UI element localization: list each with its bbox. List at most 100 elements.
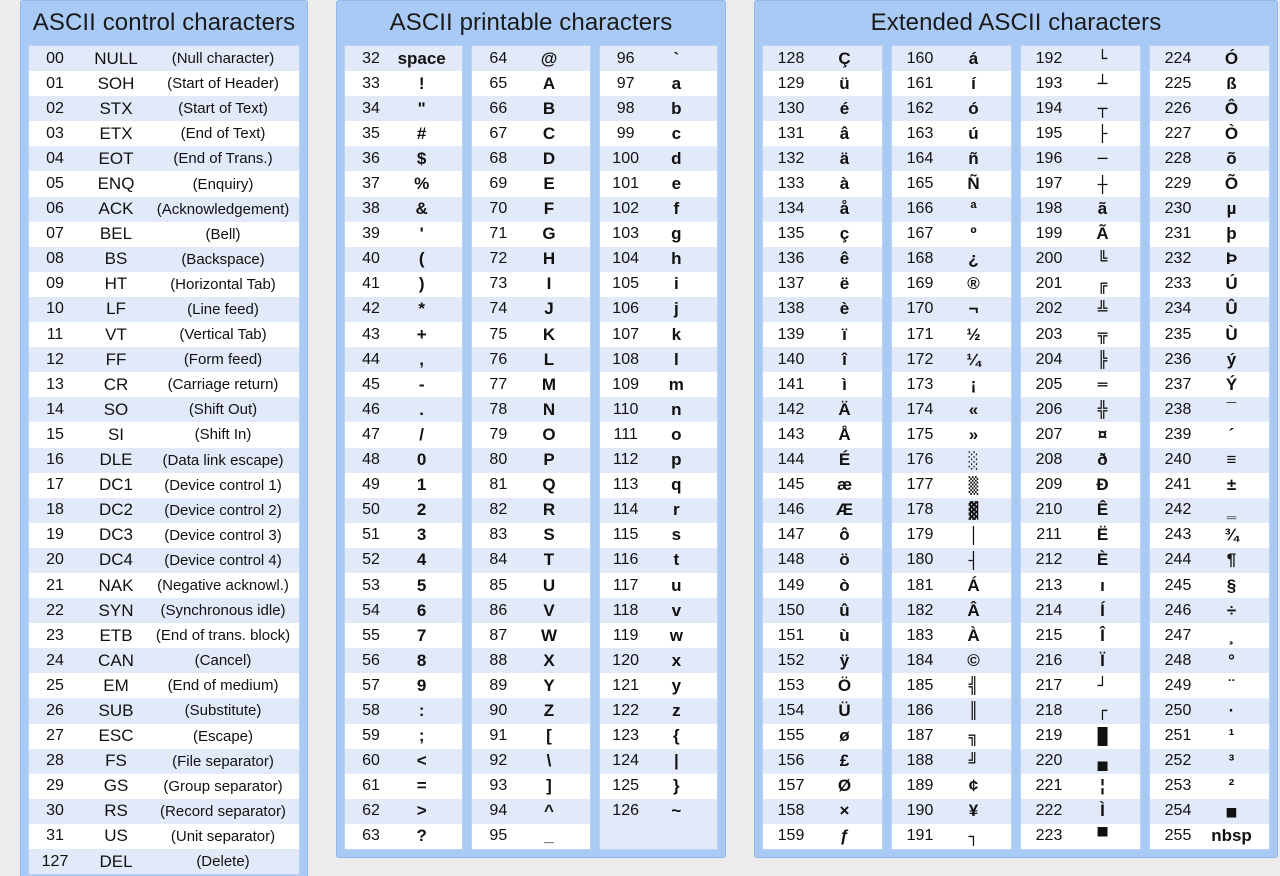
table-row: 38 &	[345, 196, 463, 222]
extended-code: 174	[906, 400, 934, 418]
control-description: (Null character)	[171, 50, 275, 68]
printable-code: 112	[612, 451, 639, 469]
table-row: 140 î	[763, 347, 882, 373]
table-row: 13 CR (Carriage return)	[29, 372, 299, 398]
extended-glyph: ¿	[968, 249, 979, 269]
printable-code: 101	[612, 175, 639, 193]
printable-glyph: [	[546, 726, 552, 746]
extended-glyph: °	[1228, 650, 1235, 670]
table-row: 191 ┐	[892, 823, 1011, 849]
extended-code: 209	[1035, 476, 1063, 494]
extended-code: 227	[1164, 124, 1192, 142]
printable-code: 104	[612, 250, 639, 268]
control-description: (Device control 1)	[164, 476, 282, 494]
table-row: 227 Ò	[1150, 121, 1269, 147]
table-row: 190 ¥	[892, 798, 1011, 824]
extended-glyph: £	[839, 751, 850, 771]
printable-glyph: V	[543, 600, 555, 620]
extended-glyph: Ï	[1100, 650, 1105, 670]
control-code: 02	[46, 99, 64, 117]
control-code: 16	[46, 451, 64, 469]
printable-code: 123	[612, 727, 639, 745]
control-abbreviation: EOT	[98, 148, 134, 168]
table-row: 29 GS (Group separator)	[29, 773, 299, 799]
extended-glyph: Ñ	[967, 174, 980, 194]
table-row: 241 ±	[1150, 472, 1269, 498]
extended-code: 251	[1164, 727, 1192, 745]
table-row: 201 ╔	[1021, 271, 1140, 297]
printable-code: 55	[362, 626, 380, 644]
extended-glyph: Â	[967, 600, 980, 620]
extended-glyph: ╚	[1097, 249, 1108, 269]
control-description: (Group separator)	[163, 777, 283, 795]
control-code: 18	[46, 501, 64, 519]
extended-glyph: ╝	[968, 751, 979, 771]
table-row: 89 Y	[472, 673, 590, 699]
control-code: 06	[46, 200, 64, 218]
printable-glyph: x	[671, 650, 682, 670]
printable-code: 115	[612, 526, 639, 544]
extended-glyph: ü	[839, 73, 850, 93]
extended-glyph: ¬	[968, 299, 979, 319]
extended-glyph: ß	[1226, 73, 1237, 93]
extended-code: 169	[906, 275, 934, 293]
printable-glyph: (	[418, 249, 425, 269]
printable-glyph: p	[671, 450, 682, 470]
printable-glyph: }	[673, 776, 680, 796]
control-description: (Device control 2)	[164, 501, 282, 519]
printable-code: 35	[362, 124, 380, 142]
table-row: 151 ù	[763, 623, 882, 649]
table-row: 93]	[472, 773, 590, 799]
printable-code: 98	[616, 99, 635, 117]
control-code: 30	[46, 802, 64, 820]
table-row: 63?	[345, 823, 463, 849]
control-abbreviation: ACK	[98, 199, 134, 219]
printable-glyph: 1	[416, 475, 427, 495]
table-row: 60 <	[345, 748, 463, 774]
extended-glyph: Ü	[838, 700, 851, 720]
control-description: (Record separator)	[160, 802, 286, 820]
printable-glyph: O	[542, 424, 556, 444]
extended-glyph: ñ	[968, 148, 979, 168]
extended-code: 148	[777, 551, 805, 569]
table-row: 165 Ñ	[892, 171, 1011, 197]
extended-glyph: ▀	[1097, 826, 1108, 846]
table-row: 174 «	[892, 397, 1011, 423]
panel-ascii-control-characters: ASCII control characters 00 NULL (Null cha…	[20, 0, 308, 876]
extended-code: 153	[777, 676, 805, 694]
printable-code: 91	[489, 727, 508, 745]
control-description: (Acknowledgement)	[156, 200, 290, 218]
extended-code: 194	[1035, 99, 1063, 117]
table-row: 109 m	[599, 372, 717, 398]
panel-title-control: ASCII control characters	[32, 9, 296, 36]
table-row: 74 J	[472, 296, 590, 323]
printable-glyph: R	[542, 500, 556, 520]
table-row: 59;	[345, 723, 463, 749]
table-row: 44,	[345, 347, 463, 373]
extended-code: 190	[906, 802, 934, 820]
printable-glyph: A	[542, 73, 556, 93]
extended-glyph: û	[839, 600, 850, 620]
extended-code: 206	[1035, 400, 1063, 418]
printable-glyph: N	[542, 399, 556, 419]
extended-glyph: Ù	[1225, 324, 1238, 344]
printable-code: 43	[362, 325, 380, 343]
table-row: 101 e	[599, 171, 717, 197]
table-row: 137 ë	[763, 271, 882, 297]
table-row: 149 ò	[763, 572, 882, 599]
table-row: 189 ¢	[892, 773, 1011, 799]
printable-code: 125	[612, 777, 639, 795]
extended-code: 151	[777, 626, 805, 644]
extended-glyph: ■	[1226, 801, 1237, 821]
extended-code: 199	[1035, 225, 1063, 243]
printable-code: 36	[362, 149, 380, 167]
extended-glyph: ú	[968, 123, 979, 143]
printable-code: 99	[616, 124, 635, 142]
extended-glyph: ¶	[1226, 550, 1237, 570]
extended-code: 184	[906, 651, 934, 669]
control-description: (Synchronous idle)	[160, 602, 286, 620]
control-description: (Cancel)	[194, 652, 252, 670]
printable-glyph: J	[544, 299, 554, 319]
table-row: 06 ACK (Acknowledgement)	[29, 196, 299, 222]
printable-glyph: 3	[416, 525, 427, 545]
